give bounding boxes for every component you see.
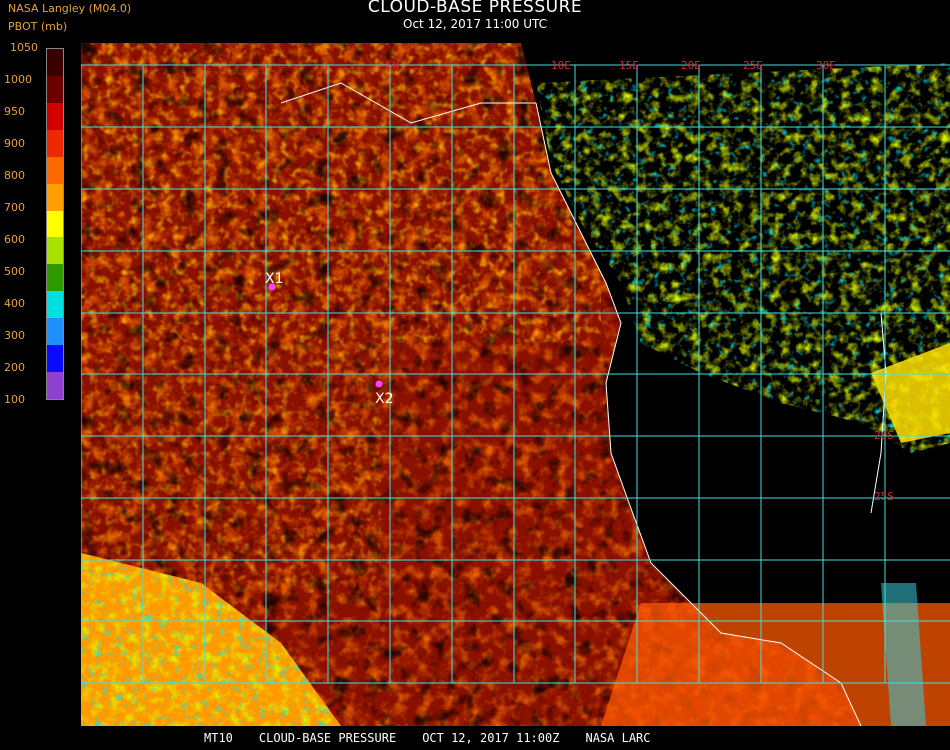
legend-tick-label: 950 — [4, 105, 25, 118]
legend-swatch — [47, 291, 63, 319]
marker-label: X1 — [265, 271, 284, 287]
latitude-label: 25S — [874, 490, 894, 503]
legend-tick-label: 500 — [4, 265, 25, 278]
longitude-label: 25E — [743, 59, 763, 72]
legend-swatch — [47, 156, 63, 185]
color-legend: 1050 1000 950 900 800 700 600 500 400 300 200 100 — [0, 0, 80, 420]
footer-product: CLOUD-BASE PRESSURE — [258, 731, 397, 745]
legend-swatch — [47, 102, 63, 131]
legend-tick-label: 200 — [4, 361, 25, 374]
footer-code: MT10 — [204, 731, 233, 745]
map-title: CLOUD-BASE PRESSURE — [367, 0, 583, 17]
legend-tick-label: 700 — [4, 201, 25, 214]
legend-tick-label: 300 — [4, 329, 25, 342]
legend-swatch — [47, 372, 63, 400]
satellite-map: 5W 10E 15E 20E 25E 30E 20S 25S X1 X2 — [81, 43, 950, 726]
legend-swatch — [47, 237, 63, 265]
longitude-label: 15E — [619, 59, 639, 72]
legend-swatch — [47, 183, 63, 212]
footer-bar: MT10 CLOUD-BASE PRESSURE OCT 12, 2017 11… — [0, 728, 950, 748]
marker-label: X2 — [375, 391, 394, 407]
legend-swatch — [47, 318, 63, 346]
marker-dot — [375, 380, 383, 388]
legend-tick-label: 800 — [4, 169, 25, 182]
longitude-label: 10E — [551, 59, 571, 72]
latitude-label: 20S — [874, 429, 894, 442]
legend-tick-label: 1000 — [4, 73, 32, 86]
legend-tick-label: 1050 — [10, 41, 38, 54]
legend-swatch — [47, 210, 63, 238]
legend-swatch — [47, 49, 63, 77]
legend-color-bar — [46, 48, 64, 400]
legend-tick-label: 100 — [4, 393, 25, 406]
legend-tick-label: 400 — [4, 297, 25, 310]
longitude-label: 5W — [386, 59, 400, 72]
longitude-label: 30E — [816, 59, 836, 72]
map-canvas: 5W 10E 15E 20E 25E 30E 20S 25S X1 X2 — [81, 43, 950, 726]
legend-swatch — [47, 129, 63, 158]
legend-swatch — [47, 345, 63, 373]
footer-org: NASA LARC — [585, 731, 651, 745]
longitude-label: 20E — [681, 59, 701, 72]
footer-date: OCT 12, 2017 11:00Z — [422, 731, 560, 745]
legend-tick-label: 600 — [4, 233, 25, 246]
legend-tick-label: 900 — [4, 137, 25, 150]
legend-swatch — [47, 75, 63, 104]
map-subtitle: Oct 12, 2017 11:00 UTC — [403, 17, 547, 31]
legend-swatch — [47, 264, 63, 292]
